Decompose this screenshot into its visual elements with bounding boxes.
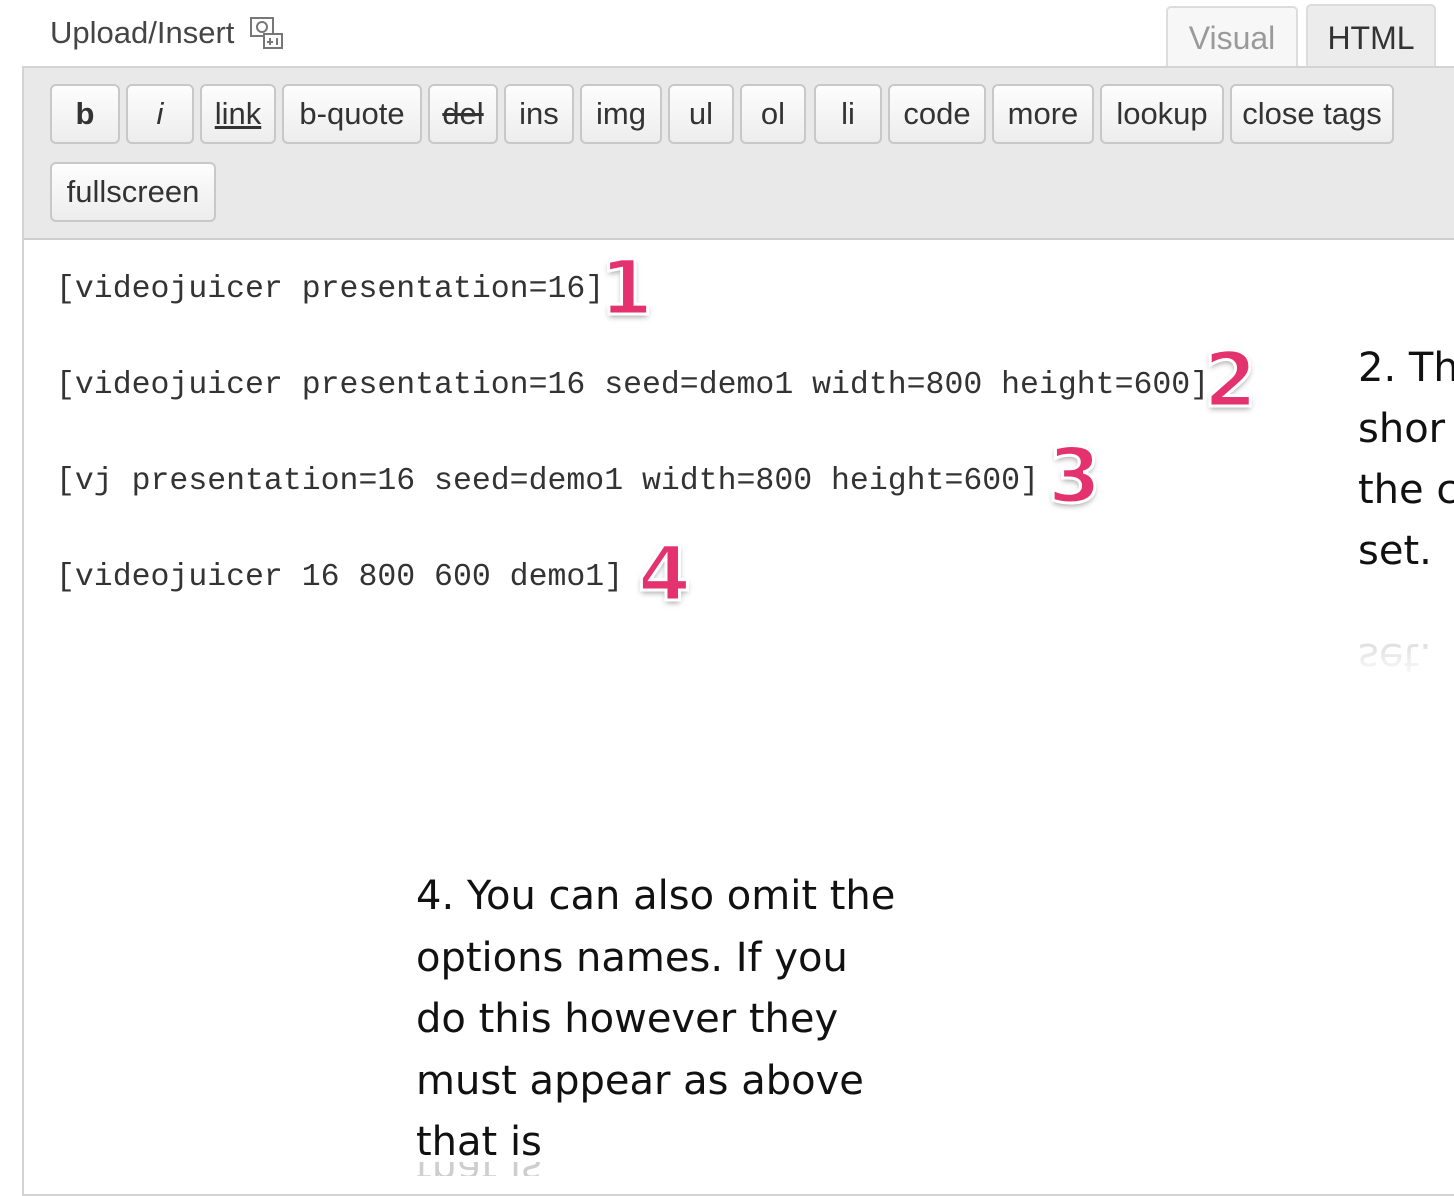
link-button[interactable]: link (200, 84, 276, 144)
code-button[interactable]: code (888, 84, 986, 144)
marker-1: 1 (599, 243, 655, 332)
quicktags-toolbar: b i link b-quote del ins img ul ol li co… (24, 68, 1454, 240)
code-line-1: [videojuicer presentation=16] (56, 272, 605, 307)
side-note-line: shor (1358, 406, 1446, 452)
tab-html-label: HTML (1327, 19, 1415, 56)
marker-2: 2 (1203, 335, 1259, 424)
ul-button[interactable]: ul (668, 84, 734, 144)
marker-4: 4 (637, 529, 693, 618)
bottom-note-line: 4. You can also omit the (416, 873, 896, 919)
tab-visual[interactable]: Visual (1166, 6, 1298, 68)
code-line-4: [videojuicer 16 800 600 demo1] (56, 560, 624, 595)
side-note-line: set. (1358, 528, 1432, 574)
img-button[interactable]: img (580, 84, 662, 144)
side-note-line: the c (1358, 467, 1454, 513)
bottom-annotation: 4. You can also omit the options names. … (416, 866, 956, 1174)
code-line-2: [videojuicer presentation=16 seed=demo1 … (56, 368, 1210, 403)
more-button[interactable]: more (992, 84, 1094, 144)
italic-button[interactable]: i (126, 84, 194, 144)
upload-insert[interactable]: Upload/Insert (50, 14, 286, 52)
side-annotation: 2. Th shor the c set. (1358, 338, 1454, 582)
upload-insert-label: Upload/Insert (50, 15, 235, 50)
bottom-note-reflection: that is (416, 1162, 616, 1176)
marker-3: 3 (1047, 431, 1103, 520)
bold-button[interactable]: b (50, 84, 120, 144)
media-upload-icon[interactable] (248, 14, 286, 52)
code-line-3: [vj presentation=16 seed=demo1 width=800… (56, 464, 1039, 499)
ins-button[interactable]: ins (504, 84, 574, 144)
bottom-note-line: options names. If you (416, 934, 848, 981)
tab-html[interactable]: HTML (1306, 4, 1436, 70)
close-tags-button[interactable]: close tags (1230, 84, 1394, 144)
b-quote-button[interactable]: b-quote (282, 84, 422, 144)
side-note-reflection: set. (1358, 634, 1432, 680)
del-button[interactable]: del (428, 84, 498, 144)
side-note-line: 2. Th (1358, 345, 1454, 391)
bottom-note-line: must appear as above (416, 1057, 864, 1104)
li-button[interactable]: li (814, 84, 882, 144)
fullscreen-button[interactable]: fullscreen (50, 162, 216, 222)
ol-button[interactable]: ol (740, 84, 806, 144)
tab-visual-label: Visual (1188, 19, 1276, 56)
lookup-button[interactable]: lookup (1100, 84, 1224, 144)
bottom-note-line: do this however they (416, 996, 839, 1042)
